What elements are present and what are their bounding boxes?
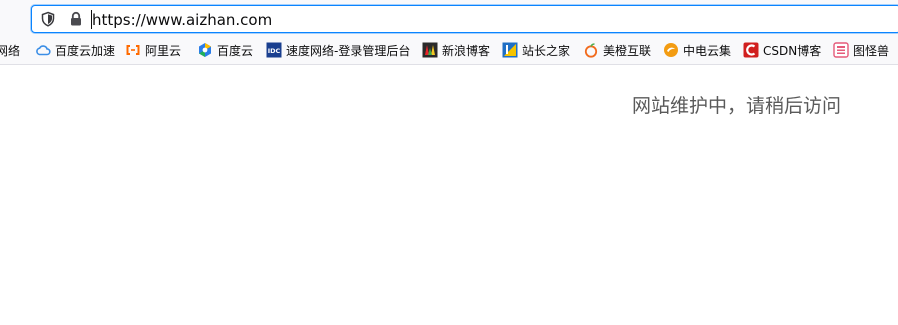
bookmark-meicheng[interactable]: 美橙互联 <box>583 38 651 62</box>
baidu-cloud-icon <box>197 42 213 58</box>
bookmark-zhongdian[interactable]: 中电云集 <box>663 38 731 62</box>
bookmark-chinaz[interactable]: 站长之家 <box>502 38 570 62</box>
bookmark-label: CSDN博客 <box>763 43 822 58</box>
bookmark-aliyun[interactable]: 阿里云 <box>125 38 181 62</box>
bookmark-label: 中电云集 <box>683 43 732 58</box>
bookmark-label: 站长之家 <box>522 43 571 58</box>
bookmark-tuguaishou[interactable]: 图怪兽 <box>833 38 889 62</box>
bookmark-baidu-yunjiasu[interactable]: 百度云加速 <box>35 38 115 62</box>
secure-lock-icon[interactable] <box>68 11 84 27</box>
url-text[interactable]: https://www.aizhan.com <box>92 10 272 30</box>
bookmark-csdn[interactable]: CSDN博客 <box>743 38 821 62</box>
bookmark-label: 美橙互联 <box>603 43 652 58</box>
bookmark-label: 网络 <box>0 43 21 58</box>
bookmark-network[interactable]: 网络 <box>0 38 20 62</box>
sina-blog-icon <box>422 42 438 58</box>
tracking-protection-shield-icon[interactable] <box>40 11 56 27</box>
bookmark-label: 百度云 <box>217 43 254 58</box>
bookmark-label: 新浪博客 <box>442 43 491 58</box>
cloud-icon <box>35 42 51 58</box>
bookmarks-toolbar: 网络 百度云加速 阿里云 百度云 IDC 速度网络-登录管理后台 新浪博客 站长… <box>0 38 898 62</box>
bookmark-label: 阿里云 <box>145 43 182 58</box>
svg-text:IDC: IDC <box>268 47 281 55</box>
browser-toolbar: https://www.aizhan.com 网络 百度云加速 阿里云 百度云 … <box>0 0 898 65</box>
maintenance-message: 网站维护中，请稍后访问 <box>632 95 842 117</box>
bookmark-sudu-network[interactable]: IDC 速度网络-登录管理后台 <box>266 38 410 62</box>
bookmark-label: 速度网络-登录管理后台 <box>286 43 411 58</box>
bookmark-sina-blog[interactable]: 新浪博客 <box>422 38 490 62</box>
bookmark-label: 图怪兽 <box>853 43 890 58</box>
bookmark-label: 百度云加速 <box>55 43 116 58</box>
address-bar[interactable]: https://www.aizhan.com <box>31 5 898 33</box>
idc-icon: IDC <box>266 42 282 58</box>
tuguaishou-icon <box>833 42 849 58</box>
bookmark-baidu-cloud[interactable]: 百度云 <box>197 38 253 62</box>
aliyun-icon <box>125 42 141 58</box>
zhongdian-icon <box>663 42 679 58</box>
orange-fruit-icon <box>583 42 599 58</box>
csdn-icon <box>743 42 759 58</box>
chinaz-icon <box>502 42 518 58</box>
